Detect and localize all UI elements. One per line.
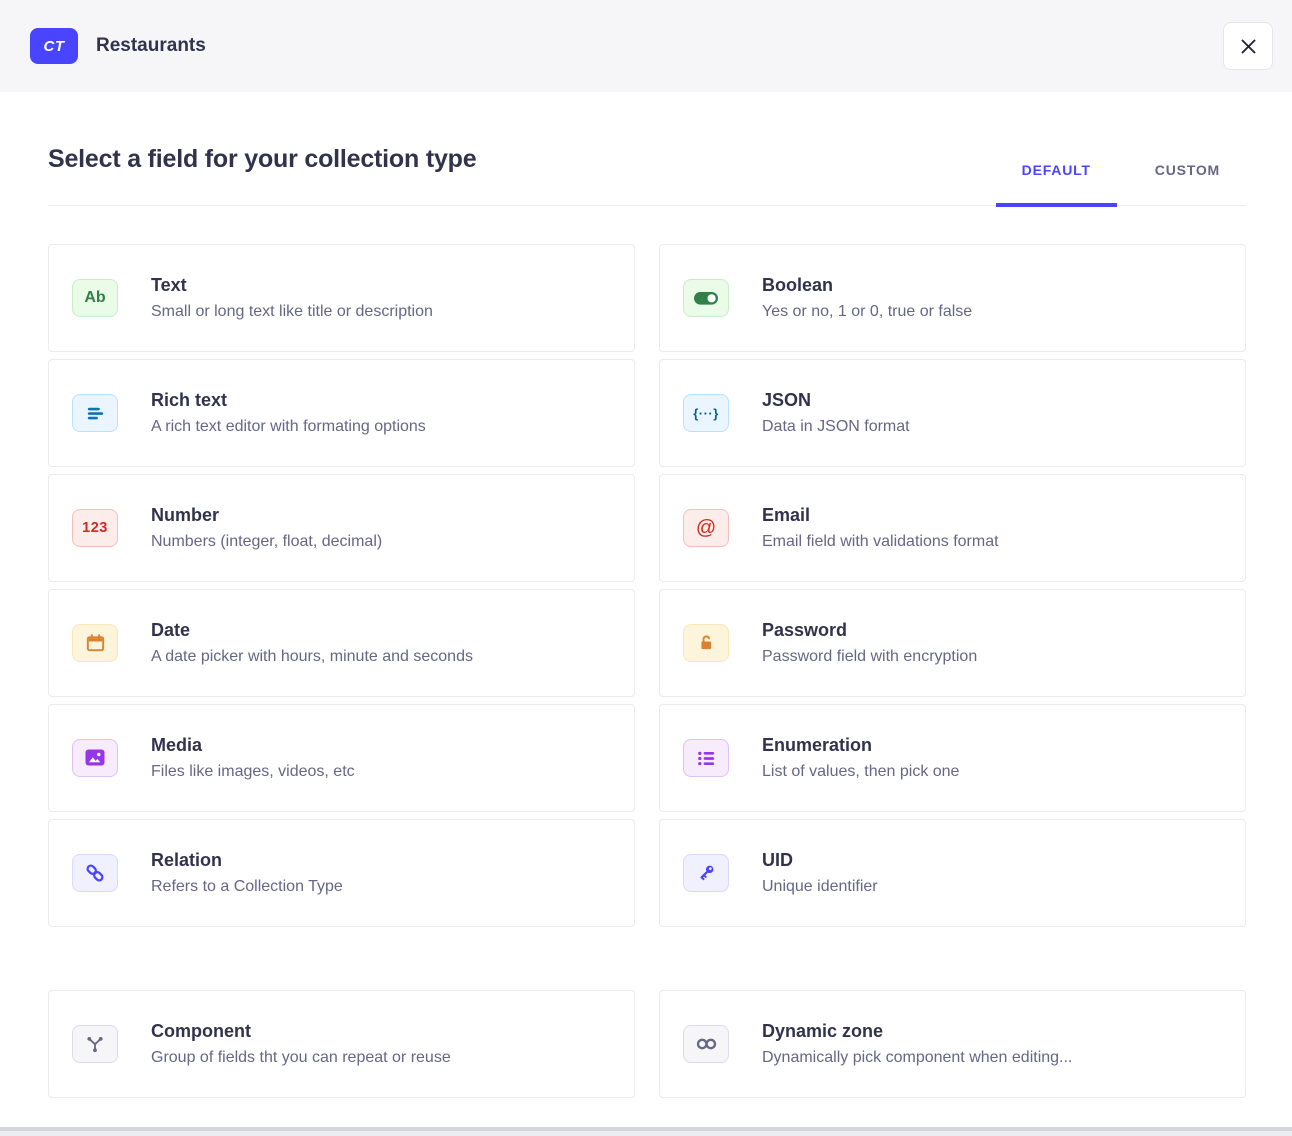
field-card-text[interactable]: Ab Text Small or long text like title or… bbox=[48, 244, 635, 352]
field-title: Password bbox=[762, 619, 977, 641]
field-text: Component Group of fields tht you can re… bbox=[151, 1020, 451, 1068]
field-title: Component bbox=[151, 1020, 451, 1042]
field-text: Date A date picker with hours, minute an… bbox=[151, 619, 473, 667]
picture-icon bbox=[72, 739, 118, 777]
field-title: JSON bbox=[762, 389, 910, 411]
align-left-icon bbox=[72, 394, 118, 432]
field-title: Relation bbox=[151, 849, 343, 871]
json-braces-icon-glyph: {···} bbox=[693, 407, 719, 420]
field-description: Email field with validations format bbox=[762, 532, 999, 552]
field-title: Rich text bbox=[151, 389, 426, 411]
tab-custom[interactable]: CUSTOM bbox=[1129, 162, 1246, 205]
advanced-fields-grid: Component Group of fields tht you can re… bbox=[48, 990, 1246, 1098]
field-description: A rich text editor with formating option… bbox=[151, 417, 426, 437]
field-card-json[interactable]: {···} JSON Data in JSON format bbox=[659, 359, 1246, 467]
number-123-icon: 123 bbox=[72, 509, 118, 547]
field-card-date[interactable]: Date A date picker with hours, minute an… bbox=[48, 589, 635, 697]
field-description: Yes or no, 1 or 0, true or false bbox=[762, 302, 972, 322]
field-title: UID bbox=[762, 849, 878, 871]
field-title: Text bbox=[151, 274, 433, 296]
toggle-icon bbox=[683, 279, 729, 317]
link-icon bbox=[72, 854, 118, 892]
tab-default[interactable]: DEFAULT bbox=[996, 162, 1117, 205]
lock-icon bbox=[683, 624, 729, 662]
field-description: Refers to a Collection Type bbox=[151, 877, 343, 897]
field-description: Dynamically pick component when editing.… bbox=[762, 1048, 1072, 1068]
field-description: List of values, then pick one bbox=[762, 762, 959, 782]
title-row: Select a field for your collection type … bbox=[48, 144, 1246, 206]
field-description: Group of fields tht you can repeat or re… bbox=[151, 1048, 451, 1068]
field-card-password[interactable]: Password Password field with encryption bbox=[659, 589, 1246, 697]
field-description: Files like images, videos, etc bbox=[151, 762, 355, 782]
field-text: JSON Data in JSON format bbox=[762, 389, 910, 437]
component-branch-icon bbox=[72, 1025, 118, 1063]
field-text: UID Unique identifier bbox=[762, 849, 878, 897]
ab-text-icon-glyph: Ab bbox=[84, 290, 105, 306]
content-type-badge: CT bbox=[30, 28, 78, 64]
modal-body: Select a field for your collection type … bbox=[0, 144, 1292, 1098]
field-text: Email Email field with validations forma… bbox=[762, 504, 999, 552]
field-title: Media bbox=[151, 734, 355, 756]
field-card-number[interactable]: 123 Number Numbers (integer, float, deci… bbox=[48, 474, 635, 582]
field-text: Dynamic zone Dynamically pick component … bbox=[762, 1020, 1072, 1068]
field-card-dynamiczone[interactable]: Dynamic zone Dynamically pick component … bbox=[659, 990, 1246, 1098]
modal-title: Restaurants bbox=[96, 35, 206, 57]
field-text: Rich text A rich text editor with format… bbox=[151, 389, 426, 437]
field-description: Small or long text like title or descrip… bbox=[151, 302, 433, 322]
modal-header: CT Restaurants bbox=[0, 0, 1292, 92]
field-card-component[interactable]: Component Group of fields tht you can re… bbox=[48, 990, 635, 1098]
close-icon bbox=[1241, 39, 1256, 54]
field-card-relation[interactable]: Relation Refers to a Collection Type bbox=[48, 819, 635, 927]
infinity-icon bbox=[683, 1025, 729, 1063]
field-card-richtext[interactable]: Rich text A rich text editor with format… bbox=[48, 359, 635, 467]
field-description: Password field with encryption bbox=[762, 647, 977, 667]
field-text: Relation Refers to a Collection Type bbox=[151, 849, 343, 897]
field-title: Boolean bbox=[762, 274, 972, 296]
field-card-uid[interactable]: UID Unique identifier bbox=[659, 819, 1246, 927]
field-card-media[interactable]: Media Files like images, videos, etc bbox=[48, 704, 635, 812]
bullet-list-icon bbox=[683, 739, 729, 777]
default-fields-grid: Ab Text Small or long text like title or… bbox=[48, 244, 1246, 927]
field-title: Number bbox=[151, 504, 382, 526]
field-description: Data in JSON format bbox=[762, 417, 910, 437]
email-at-icon-glyph: @ bbox=[696, 518, 716, 538]
email-at-icon: @ bbox=[683, 509, 729, 547]
field-card-email[interactable]: @ Email Email field with validations for… bbox=[659, 474, 1246, 582]
field-text: Password Password field with encryption bbox=[762, 619, 977, 667]
tab-bar: DEFAULT CUSTOM bbox=[996, 162, 1246, 205]
field-text: Boolean Yes or no, 1 or 0, true or false bbox=[762, 274, 972, 322]
close-button[interactable] bbox=[1223, 22, 1273, 70]
calendar-icon bbox=[72, 624, 118, 662]
key-icon bbox=[683, 854, 729, 892]
json-braces-icon: {···} bbox=[683, 394, 729, 432]
field-title: Email bbox=[762, 504, 999, 526]
footer-divider bbox=[0, 1127, 1292, 1136]
field-description: Unique identifier bbox=[762, 877, 878, 897]
ab-text-icon: Ab bbox=[72, 279, 118, 317]
number-123-icon-glyph: 123 bbox=[82, 521, 108, 536]
field-title: Enumeration bbox=[762, 734, 959, 756]
field-description: A date picker with hours, minute and sec… bbox=[151, 647, 473, 667]
field-description: Numbers (integer, float, decimal) bbox=[151, 532, 382, 552]
field-text: Enumeration List of values, then pick on… bbox=[762, 734, 959, 782]
field-text: Number Numbers (integer, float, decimal) bbox=[151, 504, 382, 552]
field-text: Media Files like images, videos, etc bbox=[151, 734, 355, 782]
field-card-enumeration[interactable]: Enumeration List of values, then pick on… bbox=[659, 704, 1246, 812]
field-title: Dynamic zone bbox=[762, 1020, 1072, 1042]
page-title: Select a field for your collection type bbox=[48, 144, 476, 174]
field-title: Date bbox=[151, 619, 473, 641]
field-card-boolean[interactable]: Boolean Yes or no, 1 or 0, true or false bbox=[659, 244, 1246, 352]
field-text: Text Small or long text like title or de… bbox=[151, 274, 433, 322]
